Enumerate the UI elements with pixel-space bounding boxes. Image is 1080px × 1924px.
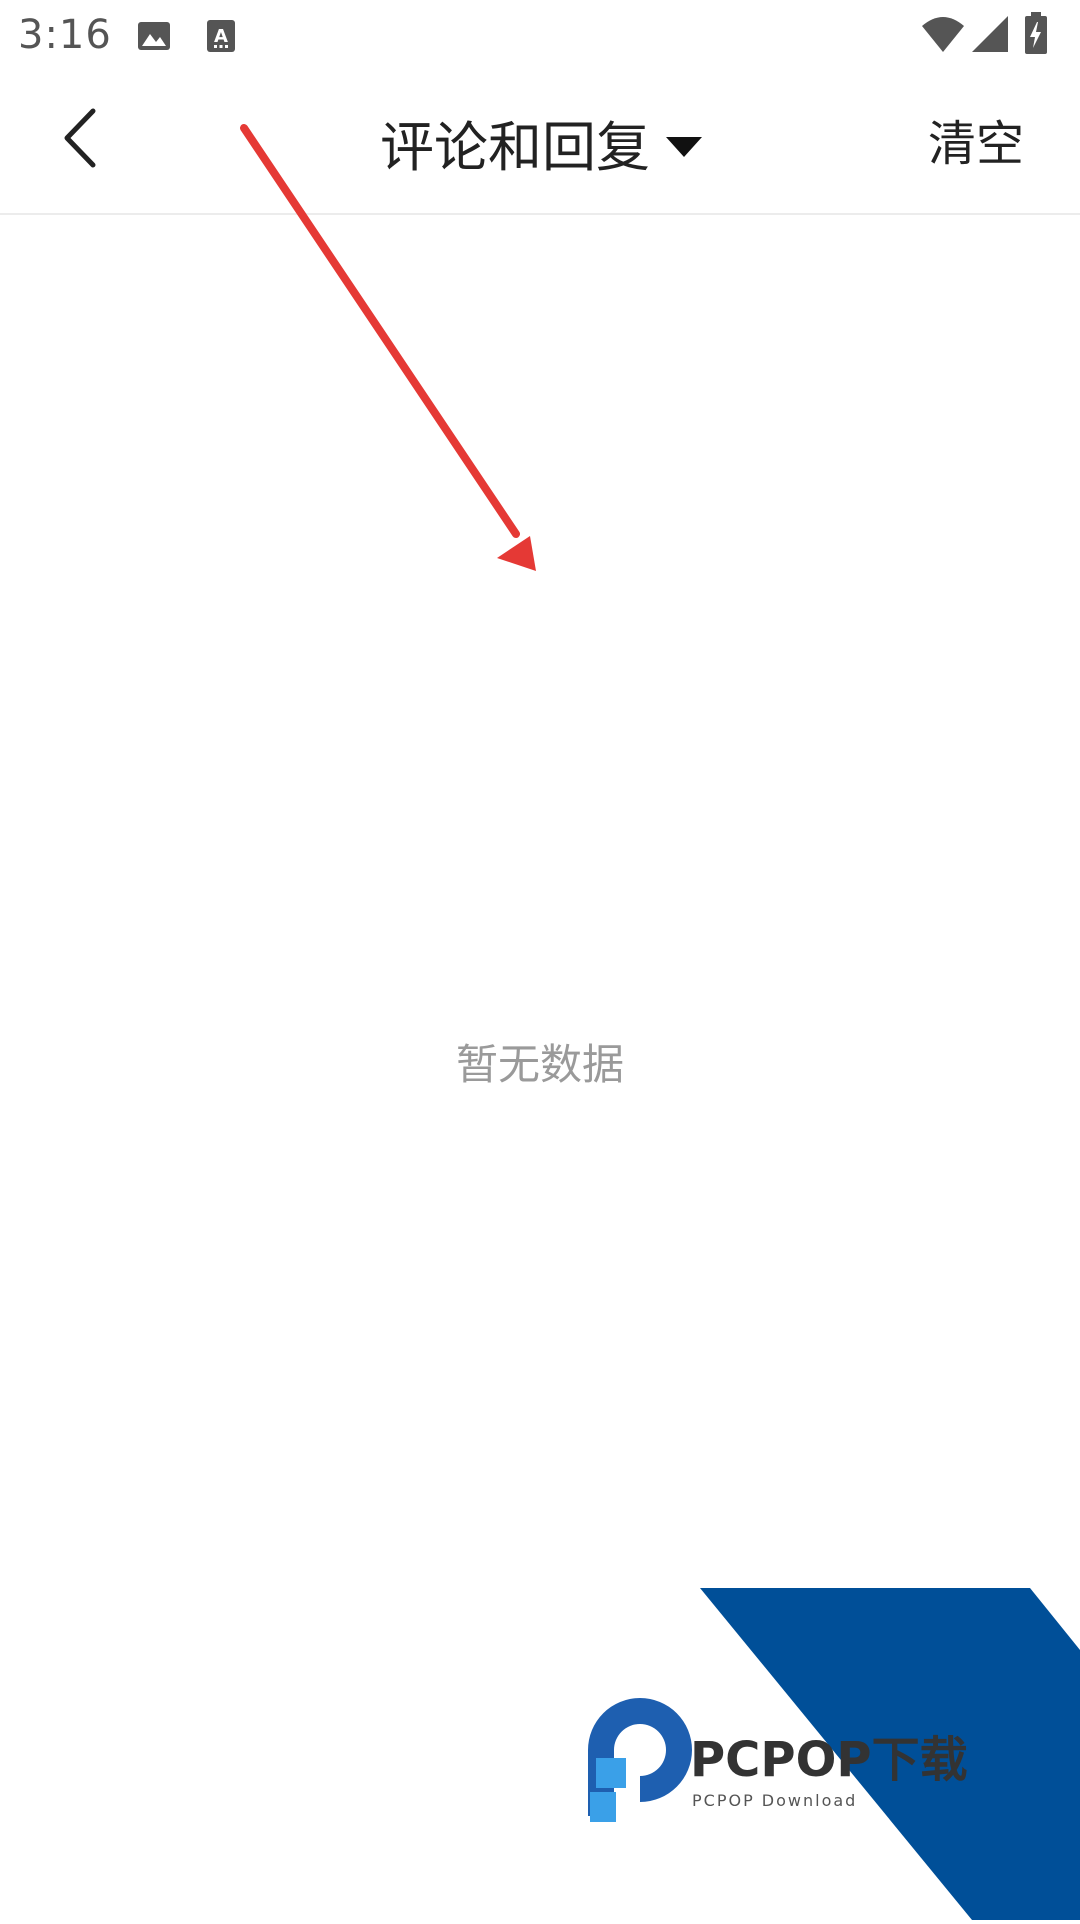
battery-charging-icon bbox=[1024, 12, 1048, 60]
status-bar: 3:16 A bbox=[0, 0, 1080, 72]
back-button[interactable] bbox=[40, 100, 120, 180]
empty-state-text: 暂无数据 bbox=[455, 1040, 624, 1089]
toolbar-divider bbox=[0, 213, 1080, 215]
svg-text:A: A bbox=[214, 26, 228, 47]
watermark-brand: PCPOP下载 bbox=[690, 1732, 968, 1788]
page-title: 评论和回复 bbox=[380, 116, 650, 179]
clear-button[interactable]: 清空 bbox=[928, 120, 1024, 168]
wifi-icon bbox=[920, 14, 966, 58]
chevron-left-icon bbox=[55, 103, 105, 177]
toolbar: 评论和回复 清空 bbox=[0, 72, 1080, 214]
signal-icon bbox=[970, 14, 1010, 58]
watermark-subtitle: PCPOP Download bbox=[692, 1791, 857, 1810]
caret-down-icon bbox=[664, 133, 704, 163]
image-icon bbox=[136, 18, 172, 58]
a-notification-icon: A bbox=[206, 18, 236, 58]
title-dropdown[interactable]: 评论和回复 bbox=[380, 112, 704, 184]
status-time: 3:16 bbox=[18, 12, 112, 58]
pcpop-watermark: PCPOP下载 PCPOP Download bbox=[560, 1580, 1080, 1920]
pcpop-logo bbox=[588, 1698, 692, 1822]
